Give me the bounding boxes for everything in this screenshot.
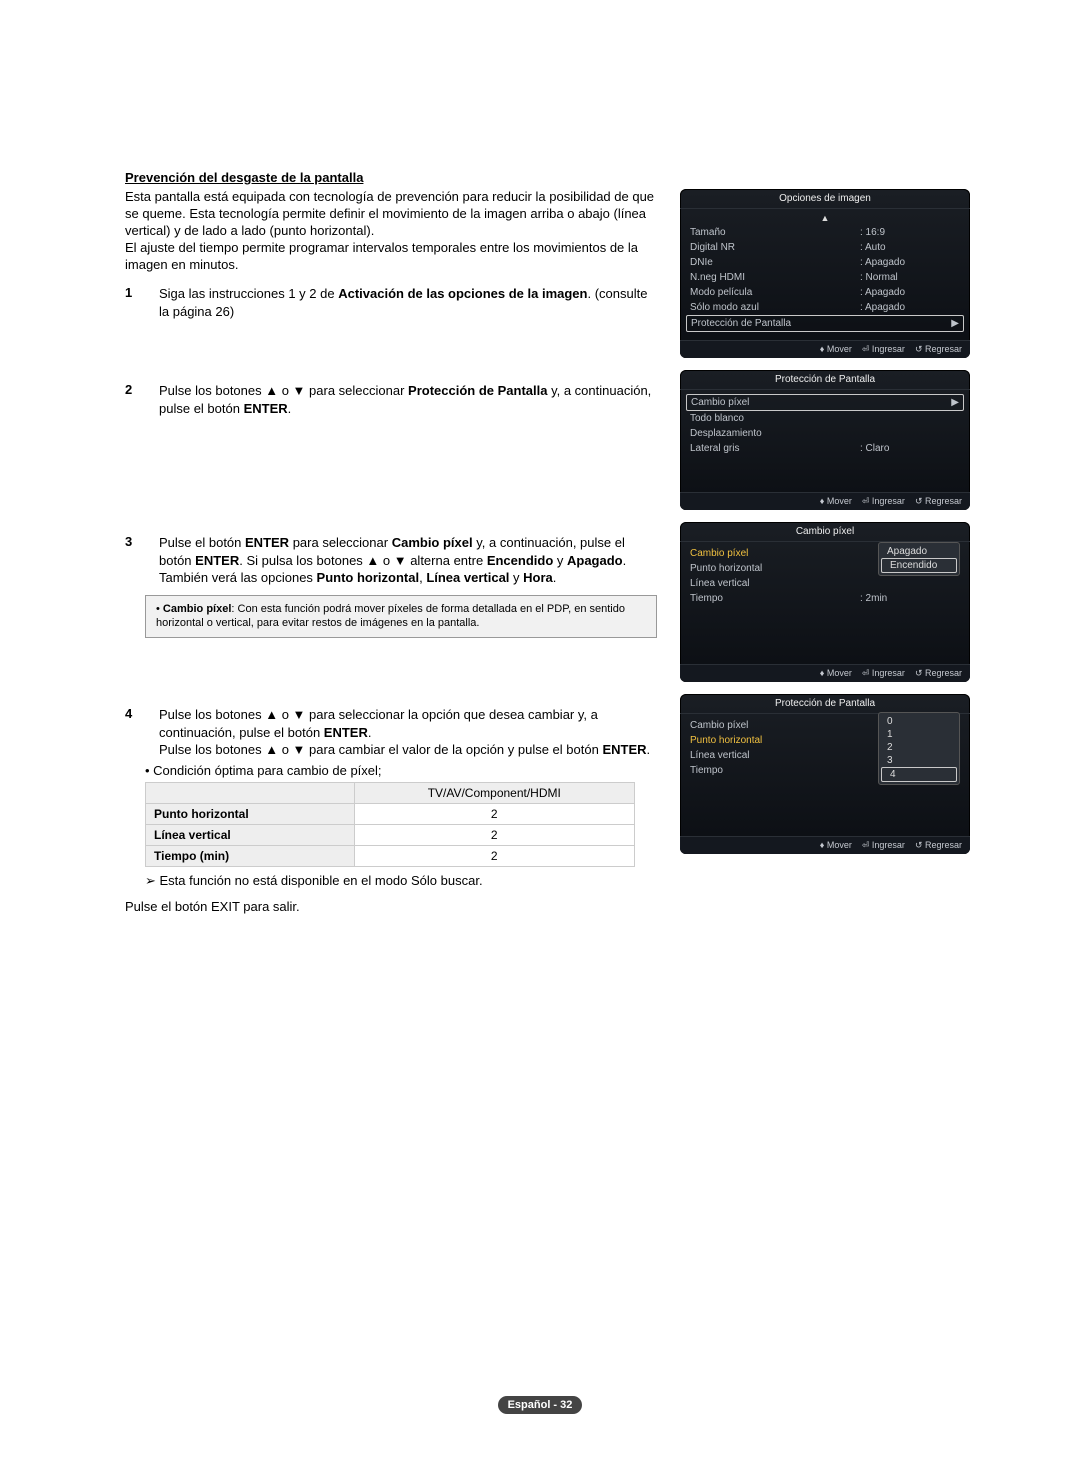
osd-menu-item[interactable]: Sólo modo azul: Apagado: [686, 300, 964, 315]
step-2-text: Pulse los botones ▲ o ▼ para seleccionar…: [159, 382, 660, 417]
osd-arrow-up-icon: ▲: [686, 213, 964, 223]
intro-p1: Esta pantalla está equipada con tecnolog…: [125, 189, 660, 240]
availability-note: ➢ Esta función no está disponible en el …: [145, 873, 660, 889]
dropdown-option[interactable]: 4: [881, 767, 957, 782]
osd-opciones-de-imagen: Opciones de imagen ▲ Tamaño: 16:9Digital…: [680, 189, 970, 358]
osd-menu-item[interactable]: Protección de Pantalla▶: [686, 315, 964, 332]
step4-and-osd4: 4 Pulse los botones ▲ o ▼ para seleccion…: [125, 694, 970, 914]
step-2-num: 2: [125, 382, 139, 397]
dropdown-option[interactable]: Encendido: [881, 558, 957, 573]
osd-menu-item[interactable]: N.neg HDMI: Normal: [686, 270, 964, 285]
step-1: 1 Siga las instrucciones 1 y 2 de Activa…: [125, 285, 660, 320]
osd1-body: ▲ Tamaño: 16:9Digital NR: AutoDNIe: Apag…: [680, 209, 970, 340]
osd-menu-item[interactable]: Lateral gris: Claro: [686, 441, 964, 456]
osd1-col: Opciones de imagen ▲ Tamaño: 16:9Digital…: [680, 189, 970, 370]
page-number: Español - 32: [498, 1396, 583, 1414]
step-4-num: 4: [125, 706, 139, 721]
osd-menu-item[interactable]: Tamaño: 16:9: [686, 225, 964, 240]
step-2: 2 Pulse los botones ▲ o ▼ para seleccion…: [125, 382, 660, 417]
step3-and-osd3: 3 Pulse el botón ENTER para seleccionar …: [125, 522, 970, 694]
step-4: 4 Pulse los botones ▲ o ▼ para seleccion…: [125, 706, 660, 759]
dropdown-option[interactable]: 3: [879, 754, 959, 767]
step-3-text: Pulse el botón ENTER para seleccionar Ca…: [159, 534, 660, 587]
bullet-condicion: • Condición óptima para cambio de píxel;: [145, 763, 660, 778]
osd-cambio-pixel: Cambio píxel Cambio píxelPunto horizonta…: [680, 522, 970, 682]
table-col-header: TV/AV/Component/HDMI: [354, 782, 634, 803]
osd4-dropdown[interactable]: 01234: [878, 712, 960, 785]
intro-block: Esta pantalla está equipada con tecnolog…: [125, 189, 660, 321]
osd2-col: Protección de Pantalla Cambio píxel▶Todo…: [680, 370, 970, 522]
osd3-title: Cambio píxel: [680, 522, 970, 542]
step-1-num: 1: [125, 285, 139, 300]
osd2-footer: ♦ Mover ⏎ Ingresar ↺ Regresar: [680, 492, 970, 510]
step3-block: 3 Pulse el botón ENTER para seleccionar …: [125, 522, 660, 646]
osd3-dropdown[interactable]: ApagadoEncendido: [878, 542, 960, 576]
osd-ingresar: ⏎ Ingresar: [862, 344, 905, 355]
osd3-footer: ♦ Mover ⏎ Ingresar ↺ Regresar: [680, 664, 970, 682]
dropdown-option[interactable]: 0: [879, 715, 959, 728]
intro-and-osd1: Esta pantalla está equipada con tecnolog…: [125, 189, 970, 370]
osd-menu-item[interactable]: Digital NR: Auto: [686, 240, 964, 255]
step-3-num: 3: [125, 534, 139, 549]
osd-menu-item[interactable]: Modo película: Apagado: [686, 285, 964, 300]
osd1-footer: ♦ Mover ⏎ Ingresar ↺ Regresar: [680, 340, 970, 358]
osd2-title: Protección de Pantalla: [680, 370, 970, 390]
osd-menu-item[interactable]: Cambio píxel▶: [686, 394, 964, 411]
osd-menu-item[interactable]: Desplazamiento: [686, 426, 964, 441]
osd-proteccion-pantalla: Protección de Pantalla Cambio píxel▶Todo…: [680, 370, 970, 510]
step-1-text: Siga las instrucciones 1 y 2 de Activaci…: [159, 285, 660, 320]
step2-and-osd2: 2 Pulse los botones ▲ o ▼ para seleccion…: [125, 370, 970, 522]
dropdown-option[interactable]: Apagado: [879, 545, 959, 558]
osd-regresar: ↺ Regresar: [915, 344, 962, 355]
osd-proteccion-pantalla-2: Protección de Pantalla Cambio píxelPunto…: [680, 694, 970, 854]
osd2-body: Cambio píxel▶Todo blancoDesplazamientoLa…: [680, 390, 970, 492]
section-title: Prevención del desgaste de la pantalla: [125, 170, 970, 185]
step4-block: 4 Pulse los botones ▲ o ▼ para seleccion…: [125, 694, 660, 914]
chevron-right-icon: ▶: [947, 318, 959, 329]
step-4-text: Pulse los botones ▲ o ▼ para seleccionar…: [159, 706, 660, 759]
chevron-right-icon: ▶: [947, 397, 959, 408]
osd3-col: Cambio píxel Cambio píxelPunto horizonta…: [680, 522, 970, 694]
osd-mover: ♦ Mover: [820, 344, 852, 355]
page-number-wrap: Español - 32: [0, 1396, 1080, 1414]
osd4-title: Protección de Pantalla: [680, 694, 970, 714]
osd-menu-item[interactable]: Todo blanco: [686, 411, 964, 426]
pixel-shift-table: TV/AV/Component/HDMI Punto horizontal2 L…: [145, 782, 635, 867]
osd-menu-item[interactable]: DNIe: Apagado: [686, 255, 964, 270]
osd1-title: Opciones de imagen: [680, 189, 970, 209]
osd4-col: Protección de Pantalla Cambio píxelPunto…: [680, 694, 970, 866]
step-3: 3 Pulse el botón ENTER para seleccionar …: [125, 534, 660, 587]
note-box: • Cambio píxel: Con esta función podrá m…: [145, 595, 657, 639]
dropdown-option[interactable]: 1: [879, 728, 959, 741]
intro-p2: El ajuste del tiempo permite programar i…: [125, 240, 660, 274]
manual-page: Prevención del desgaste de la pantalla E…: [0, 0, 1080, 1474]
osd-menu-item[interactable]: Línea vertical: [686, 576, 964, 591]
step2-block: 2 Pulse los botones ▲ o ▼ para seleccion…: [125, 370, 660, 417]
osd4-footer: ♦ Mover ⏎ Ingresar ↺ Regresar: [680, 836, 970, 854]
osd-menu-item[interactable]: Tiempo: 2min: [686, 591, 964, 606]
exit-line: Pulse el botón EXIT para salir.: [125, 899, 660, 914]
dropdown-option[interactable]: 2: [879, 741, 959, 754]
